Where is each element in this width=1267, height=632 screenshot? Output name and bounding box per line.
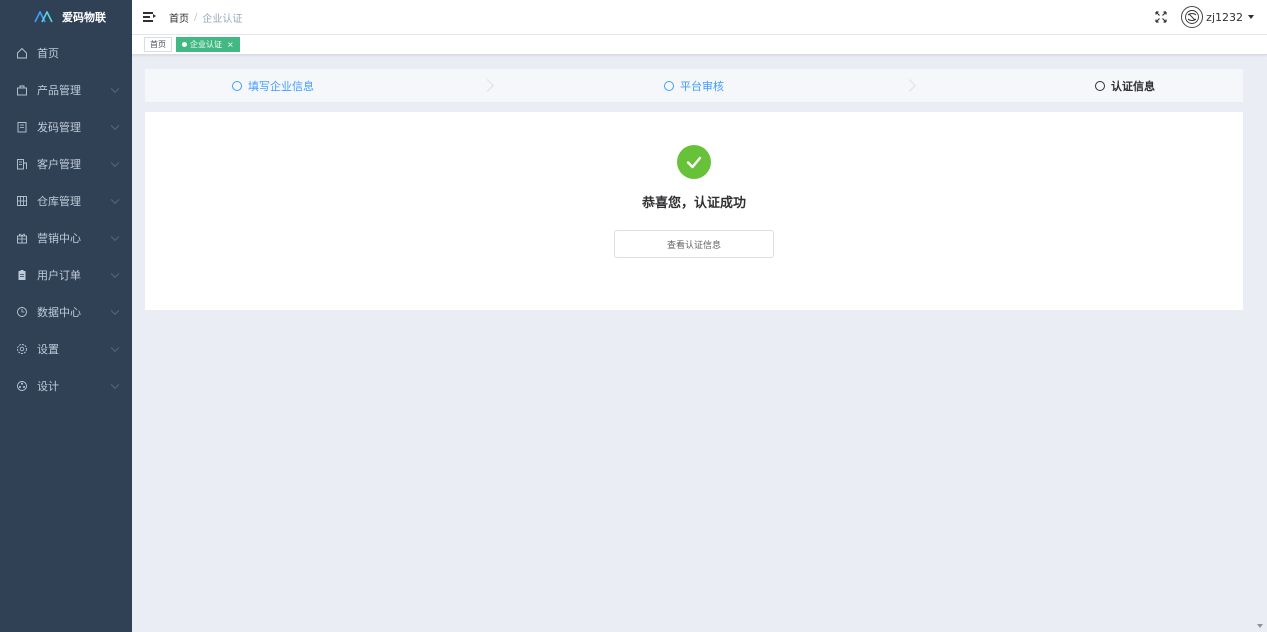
step-label: 平台审核: [680, 79, 724, 93]
step-label: 认证信息: [1111, 79, 1155, 93]
sidebar-item-label: 首页: [37, 46, 59, 60]
result-title: 恭喜您，认证成功: [641, 196, 746, 211]
logo-icon: [34, 11, 53, 23]
view-auth-info-button[interactable]: 查看认证信息: [614, 230, 774, 258]
product-icon: [16, 84, 28, 96]
tag-enterprise-auth[interactable]: 企业认证 ×: [176, 37, 240, 52]
sidebar-item-product[interactable]: 产品管理: [0, 71, 132, 108]
chevron-down-icon: [110, 306, 120, 315]
chevron-down-icon: [110, 158, 120, 167]
success-check-icon: [677, 145, 711, 179]
tag-home[interactable]: 首页: [144, 37, 172, 52]
marketing-icon: [16, 232, 28, 244]
sidebar-item-label: 仓库管理: [37, 194, 81, 208]
sidebar-item-label: 客户管理: [37, 157, 81, 171]
sidebar-item-label: 数据中心: [37, 305, 81, 319]
tag-label: 首页: [150, 40, 166, 49]
data-icon: [16, 306, 28, 318]
warehouse-icon: [16, 195, 28, 207]
order-icon: [16, 269, 28, 281]
chevron-down-icon: [110, 343, 120, 352]
sidebar-item-settings[interactable]: 设置: [0, 330, 132, 367]
step-arrow-icon: [481, 79, 494, 92]
design-icon: [16, 380, 28, 392]
step-ring-icon: [664, 80, 674, 91]
chevron-down-icon: [110, 84, 120, 93]
breadcrumb: 首页 / 企业认证: [169, 10, 242, 25]
sidebar-item-label: 用户订单: [37, 268, 81, 282]
logo[interactable]: 爱码物联: [0, 0, 132, 34]
avatar[interactable]: [1181, 6, 1204, 28]
sidebar-item-home[interactable]: 首页: [0, 34, 132, 71]
close-icon[interactable]: ×: [227, 38, 234, 51]
hamburger-icon[interactable]: [143, 12, 156, 22]
step-ring-icon: [232, 80, 242, 91]
logo-text: 爱码物联: [62, 11, 106, 24]
tags-view: 首页 企业认证 ×: [132, 34, 1267, 55]
chevron-down-icon: [110, 232, 120, 241]
breadcrumb-separator: /: [194, 11, 198, 23]
caret-down-icon[interactable]: [1248, 15, 1254, 19]
result-card: 恭喜您，认证成功 查看认证信息: [145, 112, 1243, 310]
step-ring-icon: [1095, 80, 1105, 91]
sidebar-item-design[interactable]: 设计: [0, 367, 132, 404]
sidebar-item-label: 设计: [37, 379, 59, 393]
active-dot-icon: [182, 42, 187, 47]
chevron-down-icon: [110, 380, 120, 389]
sidebar-item-code[interactable]: 发码管理: [0, 108, 132, 145]
breadcrumb-home[interactable]: 首页: [169, 10, 189, 25]
navbar: 首页 / 企业认证 zj1232: [132, 0, 1267, 34]
chevron-down-icon: [110, 269, 120, 278]
sidebar-item-label: 设置: [37, 342, 59, 356]
scroll-down-arrow-icon[interactable]: [1257, 624, 1263, 628]
sidebar-item-warehouse[interactable]: 仓库管理: [0, 182, 132, 219]
settings-icon: [16, 343, 28, 355]
chevron-down-icon: [110, 121, 120, 130]
sidebar-item-data[interactable]: 数据中心: [0, 293, 132, 330]
sidebar-item-customer[interactable]: 客户管理: [0, 145, 132, 182]
sidebar-item-order[interactable]: 用户订单: [0, 256, 132, 293]
fullscreen-icon[interactable]: [1155, 11, 1167, 23]
sidebar-item-label: 营销中心: [37, 231, 81, 245]
navbar-right: zj1232: [1155, 0, 1254, 34]
step-platform-review: 平台审核: [664, 69, 724, 102]
customer-icon: [16, 158, 28, 170]
sidebar-item-marketing[interactable]: 营销中心: [0, 219, 132, 256]
home-icon: [16, 47, 28, 59]
sidebar-item-label: 产品管理: [37, 83, 81, 97]
chevron-down-icon: [110, 195, 120, 204]
step-fill-info: 填写企业信息: [232, 69, 314, 102]
code-icon: [16, 121, 28, 133]
step-auth-info: 认证信息: [1095, 69, 1155, 102]
sidebar-item-label: 发码管理: [37, 120, 81, 134]
sidebar: 爱码物联 首页 产品管理 发码管理 客户管理 仓库管理 营销中心 用户订单 数据…: [0, 0, 132, 632]
step-arrow-icon: [903, 79, 916, 92]
step-label: 填写企业信息: [248, 79, 314, 93]
avatar-emblem-icon: [1185, 10, 1200, 24]
steps: 填写企业信息 平台审核 认证信息: [145, 69, 1243, 102]
tag-label: 企业认证: [190, 40, 222, 49]
breadcrumb-current: 企业认证: [202, 13, 243, 25]
sidebar-menu: 首页 产品管理 发码管理 客户管理 仓库管理 营销中心 用户订单 数据中心 设置…: [0, 34, 132, 404]
username[interactable]: zj1232: [1206, 11, 1243, 24]
